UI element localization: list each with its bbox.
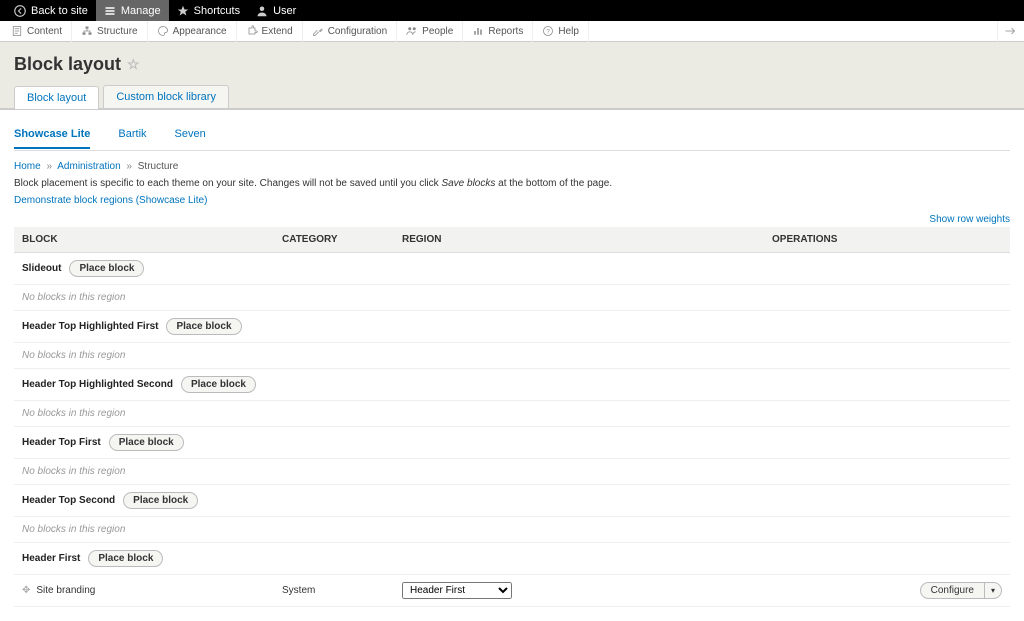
reports-icon [472, 25, 484, 37]
tab-block-layout[interactable]: Block layout [14, 86, 99, 109]
menu-configuration[interactable]: Configuration [303, 21, 397, 42]
content-icon [11, 25, 23, 37]
empty-region-row: No blocks in this region [14, 517, 1010, 543]
theme-tab-seven[interactable]: Seven [175, 124, 206, 144]
block-category: System [274, 575, 394, 607]
region-name: Header Top Highlighted First [22, 321, 158, 332]
user-label: User [273, 5, 296, 17]
dropbutton-arrow-icon[interactable]: ▾ [984, 583, 1001, 598]
appearance-icon [157, 25, 169, 37]
region-name: Slideout [22, 263, 61, 274]
title-region: Block layout☆ Block layout Custom block … [0, 42, 1024, 109]
empty-region-row: No blocks in this region [14, 285, 1010, 311]
region-name: Header First [22, 553, 80, 564]
structure-icon [81, 25, 93, 37]
menu-extend[interactable]: Extend [237, 21, 303, 42]
place-block-button[interactable]: Place block [69, 260, 144, 277]
user-icon [256, 5, 268, 17]
tab-custom-block-library[interactable]: Custom block library [103, 85, 229, 108]
region-select[interactable]: Header First [402, 582, 512, 599]
th-region: Region [394, 227, 764, 253]
th-operations: Operations [764, 227, 1010, 253]
empty-region-row: No blocks in this region [14, 401, 1010, 427]
place-block-button[interactable]: Place block [88, 550, 163, 567]
back-label: Back to site [31, 5, 88, 17]
user-toggle[interactable]: User [248, 0, 304, 21]
place-block-button[interactable]: Place block [181, 376, 256, 393]
region-name: Header Top Highlighted Second [22, 379, 173, 390]
breadcrumb-home[interactable]: Home [14, 161, 41, 172]
manage-label: Manage [121, 5, 161, 17]
th-block: Block [14, 227, 274, 253]
menu-help[interactable]: ?Help [533, 21, 589, 42]
orientation-toggle[interactable] [997, 21, 1022, 42]
back-icon [14, 5, 26, 17]
theme-tab-showcase[interactable]: Showcase Lite [14, 124, 90, 149]
config-icon [312, 25, 324, 37]
theme-tab-bartik[interactable]: Bartik [118, 124, 146, 144]
shortcuts-label: Shortcuts [194, 5, 240, 17]
menu-structure[interactable]: Structure [72, 21, 148, 42]
help-icon: ? [542, 25, 554, 37]
block-table: Block Category Region Operations Slideou… [14, 227, 1010, 607]
operations-dropbutton: Configure▾ [920, 582, 1002, 599]
region-name: Header Top First [22, 437, 101, 448]
place-block-button[interactable]: Place block [109, 434, 184, 451]
region-row: Header Top Highlighted Second Place block [14, 369, 1010, 401]
extend-icon [246, 25, 258, 37]
drag-handle-icon[interactable]: ✥ [22, 585, 30, 596]
region-row: Header Top Highlighted First Place block [14, 311, 1010, 343]
svg-text:?: ? [547, 29, 551, 35]
hamburger-icon [104, 5, 116, 17]
favorite-star-icon[interactable]: ☆ [127, 56, 140, 73]
place-block-button[interactable]: Place block [166, 318, 241, 335]
block-title: Site branding [36, 585, 95, 596]
primary-tabs: Block layout Custom block library [14, 85, 1010, 108]
menu-people[interactable]: People [397, 21, 463, 42]
place-block-button[interactable]: Place block [123, 492, 198, 509]
people-icon [406, 25, 418, 37]
menu-appearance[interactable]: Appearance [148, 21, 237, 42]
region-row: Header Top First Place block [14, 427, 1010, 459]
orientation-icon [1004, 25, 1016, 37]
th-category: Category [274, 227, 394, 253]
breadcrumb-administration[interactable]: Administration [57, 161, 120, 172]
region-row: Header Top Second Place block [14, 485, 1010, 517]
empty-region-row: No blocks in this region [14, 343, 1010, 369]
toolbar-top: Back to site Manage Shortcuts User [0, 0, 1024, 21]
demonstrate-regions-link[interactable]: Demonstrate block regions (Showcase Lite… [14, 195, 1010, 206]
menu-content[interactable]: Content [2, 21, 72, 42]
back-to-site[interactable]: Back to site [6, 0, 96, 21]
show-row-weights[interactable]: Show row weights [14, 214, 1010, 225]
manage-toggle[interactable]: Manage [96, 0, 169, 21]
breadcrumb: Home » Administration » Structure [14, 161, 1010, 172]
region-row: Slideout Place block [14, 253, 1010, 285]
content: Showcase Lite Bartik Seven Home » Admini… [0, 109, 1024, 621]
page-title: Block layout☆ [14, 54, 1010, 75]
configure-button[interactable]: Configure [921, 583, 984, 598]
region-row: Header First Place block [14, 543, 1010, 575]
star-icon [177, 5, 189, 17]
empty-region-row: No blocks in this region [14, 459, 1010, 485]
region-name: Header Top Second [22, 495, 115, 506]
breadcrumb-structure: Structure [138, 161, 179, 172]
block-row: ✥ Site branding System Header First Configur… [14, 575, 1010, 607]
admin-menu: Content Structure Appearance Extend Conf… [0, 21, 1024, 42]
page-description: Block placement is specific to each them… [14, 178, 1010, 189]
shortcuts-toggle[interactable]: Shortcuts [169, 0, 248, 21]
menu-reports[interactable]: Reports [463, 21, 533, 42]
secondary-tabs: Showcase Lite Bartik Seven [14, 118, 1010, 151]
